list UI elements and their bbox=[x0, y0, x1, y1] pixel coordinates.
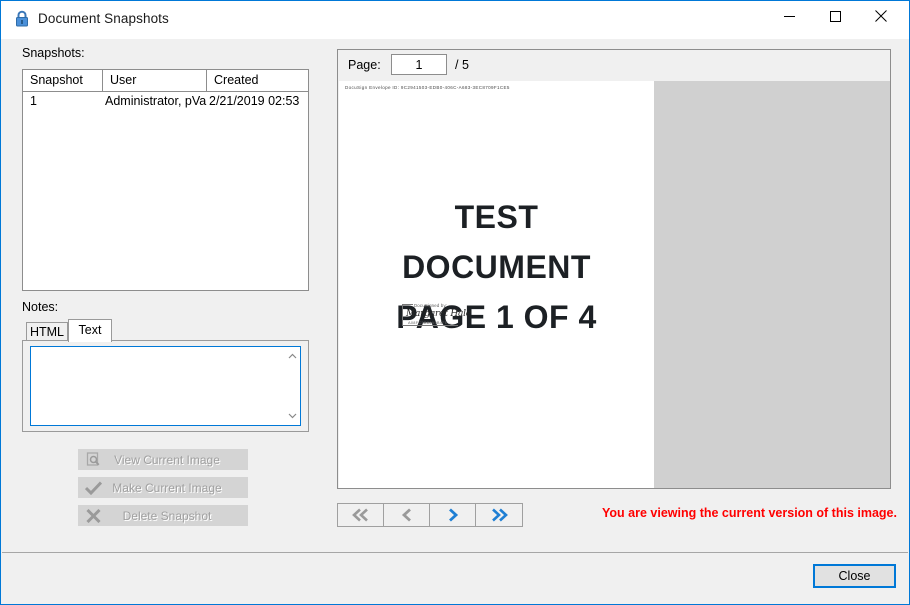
chevron-up-icon[interactable] bbox=[284, 348, 300, 364]
footer-separator bbox=[2, 552, 908, 553]
close-window-button[interactable] bbox=[858, 1, 904, 31]
first-page-button[interactable] bbox=[337, 503, 385, 527]
document-heading-line-3: PAGE 1 OF 4 bbox=[396, 299, 597, 335]
signature-bracket-top bbox=[402, 304, 413, 305]
page-navigation-bar: Page: / 5 bbox=[338, 50, 890, 81]
cell-user: Administrator, pVault bbox=[105, 94, 207, 108]
column-header-created[interactable]: Created bbox=[207, 70, 308, 91]
snapshots-label: Snapshots: bbox=[22, 46, 85, 60]
snapshots-table[interactable]: Snapshot User Created 1 Administrator, p… bbox=[22, 69, 309, 291]
document-snapshots-window: Document Snapshots Snapshots: Snapshot U… bbox=[0, 0, 910, 605]
signature-bracket-left bbox=[402, 304, 403, 326]
column-header-user[interactable]: User bbox=[103, 70, 207, 91]
page-number-input[interactable] bbox=[391, 54, 447, 75]
document-page: DocuSign Envelope ID: 9C2941503-EDB0-406… bbox=[339, 81, 654, 488]
double-chevron-left-icon bbox=[352, 508, 368, 522]
page-total-label: / 5 bbox=[455, 58, 469, 72]
close-icon bbox=[875, 10, 887, 22]
close-button[interactable]: Close bbox=[813, 564, 896, 588]
next-page-button[interactable] bbox=[429, 503, 477, 527]
notes-label: Notes: bbox=[22, 300, 59, 314]
make-current-image-label: Make Current Image bbox=[112, 480, 222, 495]
notes-scrollbar[interactable] bbox=[284, 347, 300, 425]
document-heading-line-2: DOCUMENT bbox=[402, 249, 591, 285]
window-title: Document Snapshots bbox=[38, 11, 169, 26]
view-current-image-button[interactable]: View Current Image bbox=[78, 449, 248, 470]
maximize-icon bbox=[829, 10, 841, 22]
chevron-down-icon[interactable] bbox=[284, 408, 300, 424]
signature-block: DocuSigned by: Margaret Hale A08FC5B84A9… bbox=[402, 303, 471, 327]
tab-html[interactable]: HTML bbox=[26, 322, 68, 341]
view-current-image-label: View Current Image bbox=[114, 452, 220, 467]
maximize-button[interactable] bbox=[812, 1, 858, 31]
checkmark-icon bbox=[78, 480, 108, 495]
page-label: Page: bbox=[348, 58, 381, 72]
snapshots-table-header: Snapshot User Created bbox=[23, 70, 308, 92]
tab-text[interactable]: Text bbox=[68, 319, 112, 342]
document-heading-line-1: TEST bbox=[454, 199, 539, 235]
minimize-button[interactable] bbox=[766, 1, 812, 31]
signature-id: A08FC5B84A9B4FE... bbox=[408, 320, 452, 326]
lock-icon bbox=[14, 10, 30, 28]
column-header-snapshot[interactable]: Snapshot bbox=[23, 70, 103, 91]
table-row[interactable]: 1 Administrator, pVault 2/21/2019 02:53 bbox=[23, 92, 308, 112]
previous-page-button[interactable] bbox=[383, 503, 431, 527]
document-viewer-panel: Page: / 5 DocuSign Envelope ID: 9C294150… bbox=[337, 49, 891, 489]
signature-name: Margaret Hale bbox=[406, 309, 471, 319]
view-image-icon bbox=[78, 452, 108, 467]
notes-input[interactable] bbox=[31, 347, 284, 425]
delete-x-icon bbox=[78, 508, 108, 523]
double-chevron-right-icon bbox=[492, 508, 508, 522]
make-current-image-button[interactable]: Make Current Image bbox=[78, 477, 248, 498]
current-version-message: You are viewing the current version of t… bbox=[602, 506, 897, 520]
cell-snapshot: 1 bbox=[30, 94, 37, 108]
notes-tabstrip: HTML Text bbox=[22, 319, 309, 342]
notes-panel bbox=[22, 340, 309, 432]
document-canvas[interactable]: DocuSign Envelope ID: 9C2941503-EDB0-406… bbox=[339, 81, 890, 488]
notes-input-wrapper bbox=[30, 346, 301, 426]
docusign-envelope-id: DocuSign Envelope ID: 9C2941503-EDB0-406… bbox=[345, 85, 510, 91]
signature-label: DocuSigned by: bbox=[414, 303, 448, 309]
delete-snapshot-label: Delete Snapshot bbox=[122, 508, 212, 523]
title-bar: Document Snapshots bbox=[1, 1, 909, 39]
cell-created: 2/21/2019 02:53 bbox=[209, 94, 300, 108]
minimize-icon bbox=[783, 15, 795, 17]
last-page-button[interactable] bbox=[475, 503, 523, 527]
delete-snapshot-button[interactable]: Delete Snapshot bbox=[78, 505, 248, 526]
chevron-right-icon bbox=[449, 508, 459, 522]
chevron-left-icon bbox=[401, 508, 411, 522]
